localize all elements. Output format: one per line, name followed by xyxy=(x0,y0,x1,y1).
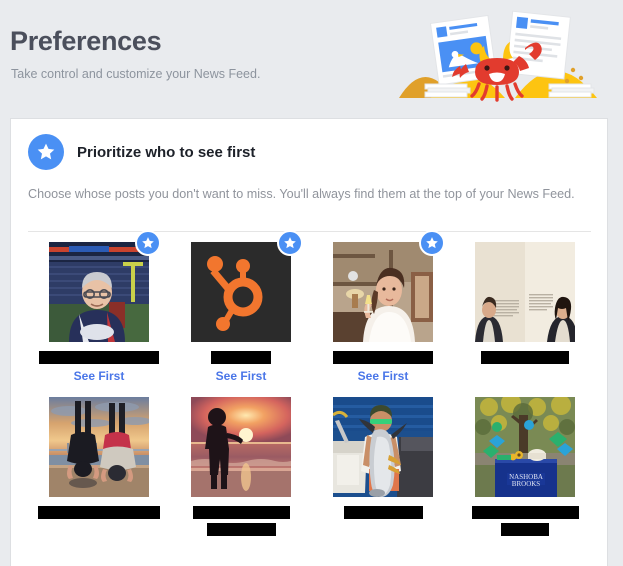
man-in-football-stadium-photo[interactable] xyxy=(49,242,149,342)
star-icon[interactable] xyxy=(277,230,303,256)
svg-text:BROOKS: BROOKS xyxy=(512,480,541,488)
star-icon[interactable] xyxy=(419,230,445,256)
person-tile[interactable]: See First xyxy=(312,397,454,555)
redacted-name-bar xyxy=(192,506,290,519)
section-header: Prioritize who to see first xyxy=(28,134,255,170)
hubspot-sprocket-logo[interactable] xyxy=(191,242,291,342)
headstands-at-sunset-photo[interactable] xyxy=(49,397,149,497)
redacted-name-bar xyxy=(333,351,433,364)
thumbnail-wrapper[interactable] xyxy=(191,230,303,342)
person-tile[interactable]: See First xyxy=(28,230,170,383)
preferences-page: Preferences Take control and customize y… xyxy=(0,0,623,566)
redacted-name-block xyxy=(170,351,312,364)
section-description: Choose whose posts you don't want to mis… xyxy=(28,187,575,201)
man-holding-tuna-on-boat-photo[interactable] xyxy=(333,397,433,497)
person-tile[interactable]: See First xyxy=(170,397,312,555)
people-tile-grid: See First See First See First NASHOBA BR… xyxy=(28,230,596,555)
thumbnail-wrapper[interactable] xyxy=(49,230,161,342)
thumbnail-wrapper[interactable] xyxy=(333,397,433,497)
thumbnail-wrapper[interactable] xyxy=(333,230,445,342)
person-tile[interactable]: See First xyxy=(170,230,312,383)
row-spacer xyxy=(28,383,596,397)
redacted-name-block xyxy=(28,351,170,364)
redacted-name-bar xyxy=(39,351,159,364)
tile-row: See First See First See First xyxy=(28,230,596,383)
crab-newsfeed-illustration xyxy=(397,8,607,104)
redacted-name-bar xyxy=(38,506,160,519)
thumbnail-wrapper[interactable] xyxy=(49,397,149,497)
redacted-name-block xyxy=(454,351,596,364)
bride-with-champagne-photo[interactable] xyxy=(333,242,433,342)
prioritize-card: Prioritize who to see first Choose whose… xyxy=(10,118,608,566)
person-tile[interactable]: See First xyxy=(28,397,170,555)
person-tile[interactable]: NASHOBA BROOKS See First xyxy=(454,397,596,555)
redacted-name-bar xyxy=(471,506,579,519)
redacted-name-block xyxy=(454,506,596,536)
thumbnail-wrapper[interactable] xyxy=(475,242,575,342)
see-first-link[interactable]: See First xyxy=(74,369,125,383)
redacted-name-bar xyxy=(343,506,423,519)
nashoba-brooks-table-photo[interactable]: NASHOBA BROOKS xyxy=(475,397,575,497)
see-first-link[interactable]: See First xyxy=(216,369,267,383)
page-title: Preferences xyxy=(10,26,162,56)
thumbnail-wrapper[interactable] xyxy=(191,397,291,497)
silhouette-sunset-beach-photo[interactable] xyxy=(191,397,291,497)
two-people-against-wall-photo[interactable] xyxy=(475,242,575,342)
thumbnail-wrapper[interactable]: NASHOBA BROOKS xyxy=(475,397,575,497)
see-first-link[interactable]: See First xyxy=(358,369,409,383)
star-icon[interactable] xyxy=(135,230,161,256)
person-tile[interactable]: See First xyxy=(454,242,596,383)
person-tile[interactable]: See First xyxy=(312,230,454,383)
redacted-name-bar xyxy=(481,351,569,364)
redacted-name-bar xyxy=(206,523,276,536)
redacted-name-block xyxy=(312,506,454,519)
section-divider xyxy=(28,231,591,232)
redacted-name-block xyxy=(312,351,454,364)
tile-row: See First See First xyxy=(28,397,596,555)
redacted-name-block xyxy=(28,506,170,519)
section-title: Prioritize who to see first xyxy=(77,143,256,161)
page-subtitle: Take control and customize your News Fee… xyxy=(11,67,261,81)
star-icon xyxy=(28,134,64,170)
redacted-name-block xyxy=(170,506,312,536)
redacted-name-bar xyxy=(501,523,549,536)
page-header: Preferences Take control and customize y… xyxy=(0,0,623,110)
redacted-name-bar xyxy=(211,351,271,364)
